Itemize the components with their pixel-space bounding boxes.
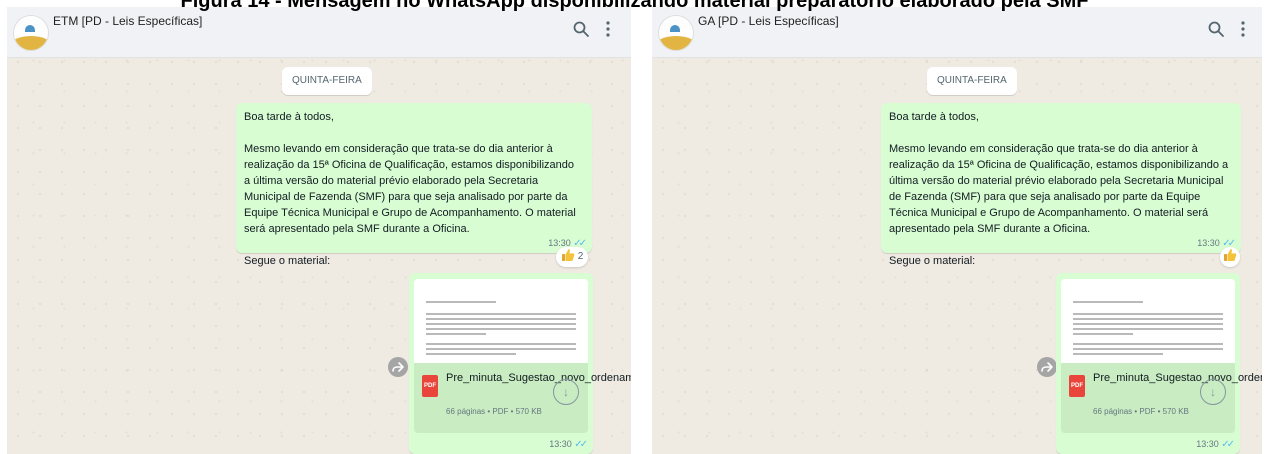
group-avatar[interactable] xyxy=(658,15,694,51)
document-name: Pre_minuta_Sugestao_novo_ordenamento.doc… xyxy=(446,372,631,384)
reaction-count: 2 xyxy=(577,251,584,262)
group-avatar[interactable] xyxy=(13,15,49,51)
forward-icon[interactable] xyxy=(1037,357,1057,377)
document-preview[interactable] xyxy=(414,279,588,363)
message-text: Boa tarde à todos, Mesmo levando em cons… xyxy=(889,111,1229,267)
document-card[interactable]: PDF Pre_minuta_Sugestao_novo_ordenamento… xyxy=(1061,363,1262,433)
document-meta: 66 páginas • PDF • 570 KB xyxy=(1093,407,1189,416)
search-icon[interactable] xyxy=(1207,20,1225,38)
chat-panel-ga: GA [PD - Leis Específicas] QUINTA-FEIRA … xyxy=(652,7,1262,454)
document-message-bubble[interactable]: PDF Pre_minuta_Sugestao_novo_ordenamento… xyxy=(409,273,631,454)
document-card[interactable]: PDF Pre_minuta_Sugestao_novo_ordenamento… xyxy=(414,363,631,433)
pdf-file-icon: PDF xyxy=(1069,375,1085,397)
pdf-file-icon: PDF xyxy=(422,375,438,397)
read-receipt-icon: ✓✓ xyxy=(1221,439,1235,450)
document-preview[interactable] xyxy=(1061,279,1235,363)
menu-icon[interactable] xyxy=(1239,20,1247,38)
chat-title[interactable]: GA [PD - Leis Específicas] xyxy=(698,14,839,28)
read-receipt-icon: ✓✓ xyxy=(574,439,588,450)
download-icon[interactable]: ↓ xyxy=(553,379,579,405)
document-meta: 66 páginas • PDF • 570 KB xyxy=(446,407,542,416)
document-message-bubble[interactable]: PDF Pre_minuta_Sugestao_novo_ordenamento… xyxy=(1056,273,1262,454)
chat-title[interactable]: ETM [PD - Leis Específicas] xyxy=(53,14,202,28)
document-name: Pre_minuta_Sugestao_novo_ordenamento.doc… xyxy=(1093,372,1262,384)
chat-header: ETM [PD - Leis Específicas] xyxy=(7,7,631,58)
date-divider: QUINTA-FEIRA xyxy=(927,67,1017,95)
menu-icon[interactable] xyxy=(604,20,612,38)
document-timestamp: 13:30 ✓✓ xyxy=(549,439,588,450)
document-timestamp: 13:30 ✓✓ xyxy=(1196,439,1235,450)
reaction-badge[interactable] xyxy=(1220,247,1240,267)
chat-header: GA [PD - Leis Específicas] xyxy=(652,7,1262,58)
text-message-bubble[interactable]: Boa tarde à todos, Mesmo levando em cons… xyxy=(881,103,1241,267)
message-text: Boa tarde à todos, Mesmo levando em cons… xyxy=(244,111,576,267)
reaction-badge[interactable]: 2 xyxy=(556,247,589,267)
chat-panel-etm: ETM [PD - Leis Específicas] QUINTA-FEIRA… xyxy=(7,7,631,454)
thumbs-up-icon xyxy=(562,249,575,261)
download-icon[interactable]: ↓ xyxy=(1200,379,1226,405)
date-divider: QUINTA-FEIRA xyxy=(282,67,372,95)
text-message-bubble[interactable]: Boa tarde à todos, Mesmo levando em cons… xyxy=(236,103,592,267)
forward-icon[interactable] xyxy=(388,357,408,377)
figure-caption: Figura 14 - Mensagem no WhatsApp disponi… xyxy=(180,0,1089,12)
search-icon[interactable] xyxy=(572,20,590,38)
thumbs-up-icon xyxy=(1224,249,1237,261)
